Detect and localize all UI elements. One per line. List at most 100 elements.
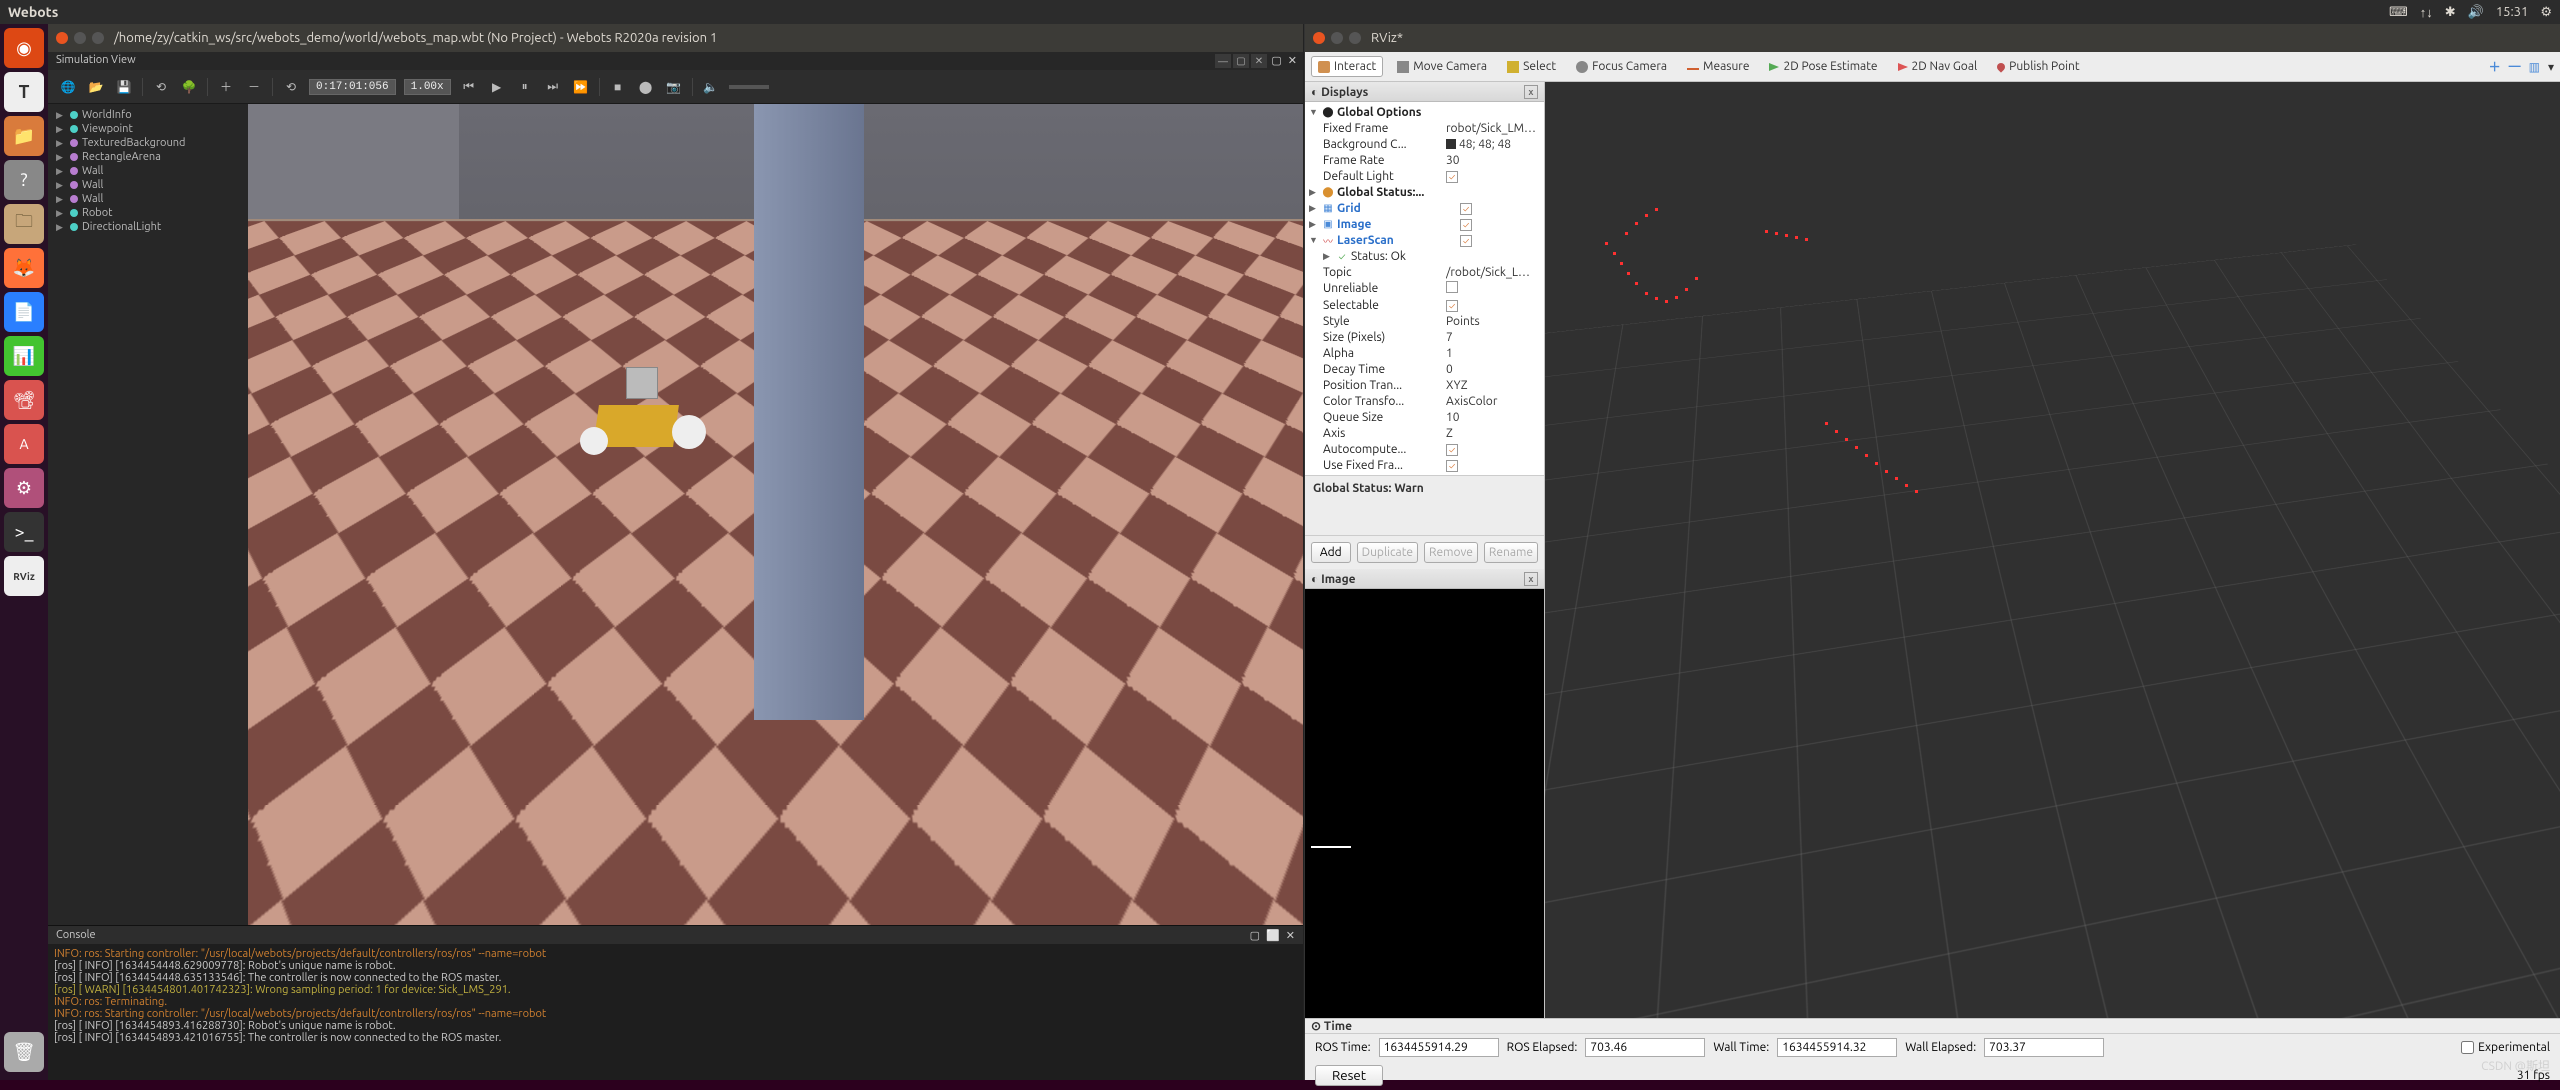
screenshot-icon[interactable]: 📷: [664, 77, 684, 97]
step-back-icon[interactable]: ⏮: [459, 77, 479, 97]
displays-tree[interactable]: ▼⬤Global Options Fixed Framerobot/Sick_L…: [1305, 102, 1544, 475]
displays-panel-title[interactable]: ◐ Displays x: [1305, 82, 1544, 102]
tree-node[interactable]: ▶RectangleArena: [48, 150, 248, 164]
remove-button[interactable]: Remove: [1424, 542, 1478, 563]
launcher-files-icon[interactable]: 📁: [4, 116, 44, 156]
experimental-checkbox[interactable]: Experimental: [2461, 1041, 2550, 1054]
pane-restore-icon[interactable]: ▢: [1271, 54, 1281, 67]
console-output[interactable]: INFO: ros: Starting controller: "/usr/lo…: [48, 944, 1303, 1080]
network-icon[interactable]: ↑↓: [2420, 5, 2433, 20]
tree-node[interactable]: ▶DirectionalLight: [48, 220, 248, 234]
tree-node[interactable]: ▶Robot: [48, 206, 248, 220]
launcher-dock: ◉ T 📁 ? 🗀 🦊 📄 📊 📽 A ⚙ >_ RViz 🗑: [0, 24, 48, 1080]
console-maximize-icon[interactable]: ⬜: [1266, 929, 1280, 942]
wall-elapsed-value[interactable]: [1984, 1038, 2104, 1057]
new-world-icon[interactable]: 🌐: [58, 77, 78, 97]
launcher-nautilus-icon[interactable]: 🗀: [4, 204, 44, 244]
views-icon[interactable]: ▥: [2529, 60, 2540, 74]
add-tool-icon[interactable]: ＋: [2489, 58, 2501, 75]
pose-estimate-tool[interactable]: 2D Pose Estimate: [1763, 57, 1883, 76]
pane-close-icon[interactable]: ✕: [1288, 54, 1297, 67]
minimize-icon[interactable]: [1331, 32, 1343, 44]
rviz-3d-view[interactable]: [1545, 82, 2560, 1018]
bluetooth-icon[interactable]: ✱: [2445, 5, 2456, 20]
movie-icon[interactable]: ■: [608, 77, 628, 97]
image-panel-title[interactable]: ◐ Image x: [1305, 569, 1544, 589]
nav-goal-tool[interactable]: 2D Nav Goal: [1892, 57, 1984, 76]
ros-time-value[interactable]: [1379, 1038, 1499, 1057]
launcher-rviz-icon[interactable]: RViz: [4, 556, 44, 596]
launcher-settings-icon[interactable]: ⚙: [4, 468, 44, 508]
tree-node[interactable]: ▶WorldInfo: [48, 108, 248, 122]
pause-icon[interactable]: ⏸: [515, 77, 535, 97]
step-icon[interactable]: ⏭: [543, 77, 563, 97]
launcher-text-editor-icon[interactable]: T: [4, 72, 44, 112]
menu-chevron-icon[interactable]: ▾: [2548, 60, 2554, 74]
interact-tool[interactable]: Interact: [1311, 56, 1383, 77]
panel-close-icon[interactable]: x: [1524, 572, 1538, 586]
add-button[interactable]: Add: [1311, 542, 1351, 563]
reset-button[interactable]: Reset: [1315, 1065, 1383, 1086]
console-restore-icon[interactable]: ▢: [1250, 929, 1260, 942]
open-icon[interactable]: 📂: [86, 77, 106, 97]
delete-node-icon[interactable]: －: [244, 77, 264, 97]
play-icon[interactable]: ▶: [487, 77, 507, 97]
select-tool[interactable]: Select: [1501, 57, 1562, 76]
restore-btn[interactable]: ▢: [1233, 54, 1249, 68]
tree-node[interactable]: ▶Wall: [48, 178, 248, 192]
tree-node[interactable]: ▶Viewpoint: [48, 122, 248, 136]
launcher-firefox-icon[interactable]: 🦊: [4, 248, 44, 288]
tree-node[interactable]: ▶Wall: [48, 164, 248, 178]
minimize-btn[interactable]: —: [1215, 54, 1231, 68]
reload-icon[interactable]: ⟲: [151, 77, 171, 97]
launcher-app-icon[interactable]: A: [4, 424, 44, 464]
add-node-icon[interactable]: ＋: [216, 77, 236, 97]
minimize-icon[interactable]: [74, 32, 86, 44]
publish-point-tool[interactable]: Publish Point: [1991, 57, 2085, 76]
show-tree-icon[interactable]: 🌳: [179, 77, 199, 97]
gear-icon[interactable]: ⚙: [2540, 5, 2552, 20]
console-close-icon[interactable]: ✕: [1286, 929, 1295, 942]
volume-slider[interactable]: [729, 85, 769, 89]
wall-time-value[interactable]: [1777, 1038, 1897, 1057]
remove-tool-icon[interactable]: —: [2509, 60, 2521, 73]
image-view[interactable]: [1305, 589, 1544, 1018]
duplicate-button[interactable]: Duplicate: [1357, 542, 1418, 563]
move-camera-tool[interactable]: Move Camera: [1391, 57, 1493, 76]
close-icon[interactable]: [1313, 32, 1325, 44]
launcher-help-icon[interactable]: ?: [4, 160, 44, 200]
fast-icon[interactable]: ⏩: [571, 77, 591, 97]
webots-3d-viewport[interactable]: [248, 104, 1303, 925]
rewind-icon[interactable]: ⟲: [281, 77, 301, 97]
scene-tree[interactable]: ▶WorldInfo▶Viewpoint▶TexturedBackground▶…: [48, 104, 248, 925]
launcher-writer-icon[interactable]: 📄: [4, 292, 44, 332]
launcher-terminal-icon[interactable]: >_: [4, 512, 44, 552]
rename-button[interactable]: Rename: [1484, 542, 1538, 563]
volume-icon[interactable]: 🔊: [2468, 5, 2484, 20]
panel-close-icon[interactable]: x: [1524, 85, 1538, 99]
launcher-impress-icon[interactable]: 📽: [4, 380, 44, 420]
simulation-view-label: Simulation View: [56, 54, 136, 66]
clock[interactable]: 15:31: [2496, 5, 2529, 19]
maximize-icon[interactable]: [1349, 32, 1361, 44]
sound-icon[interactable]: 🔈: [701, 77, 721, 97]
close-icon[interactable]: [56, 32, 68, 44]
rviz-toolbar: Interact Move Camera Select Focus Camera…: [1305, 52, 2560, 82]
webots-window: /home/zy/catkin_ws/src/webots_demo/world…: [48, 24, 1304, 1080]
active-app-title: Webots: [8, 4, 2389, 20]
focus-camera-tool[interactable]: Focus Camera: [1570, 57, 1673, 76]
webots-titlebar[interactable]: /home/zy/catkin_ws/src/webots_demo/world…: [48, 24, 1303, 52]
close-btn[interactable]: ✕: [1251, 54, 1267, 68]
launcher-calc-icon[interactable]: 📊: [4, 336, 44, 376]
save-icon[interactable]: 💾: [114, 77, 134, 97]
input-method-icon[interactable]: ⌨: [2389, 5, 2408, 20]
record-icon[interactable]: ⬤: [636, 77, 656, 97]
ros-elapsed-value[interactable]: [1585, 1038, 1705, 1057]
tree-node[interactable]: ▶TexturedBackground: [48, 136, 248, 150]
maximize-icon[interactable]: [92, 32, 104, 44]
rviz-titlebar[interactable]: RViz*: [1305, 24, 2560, 52]
launcher-trash-icon[interactable]: 🗑: [4, 1032, 44, 1072]
tree-node[interactable]: ▶Wall: [48, 192, 248, 206]
measure-tool[interactable]: Measure: [1681, 57, 1755, 76]
launcher-dash-icon[interactable]: ◉: [4, 28, 44, 68]
